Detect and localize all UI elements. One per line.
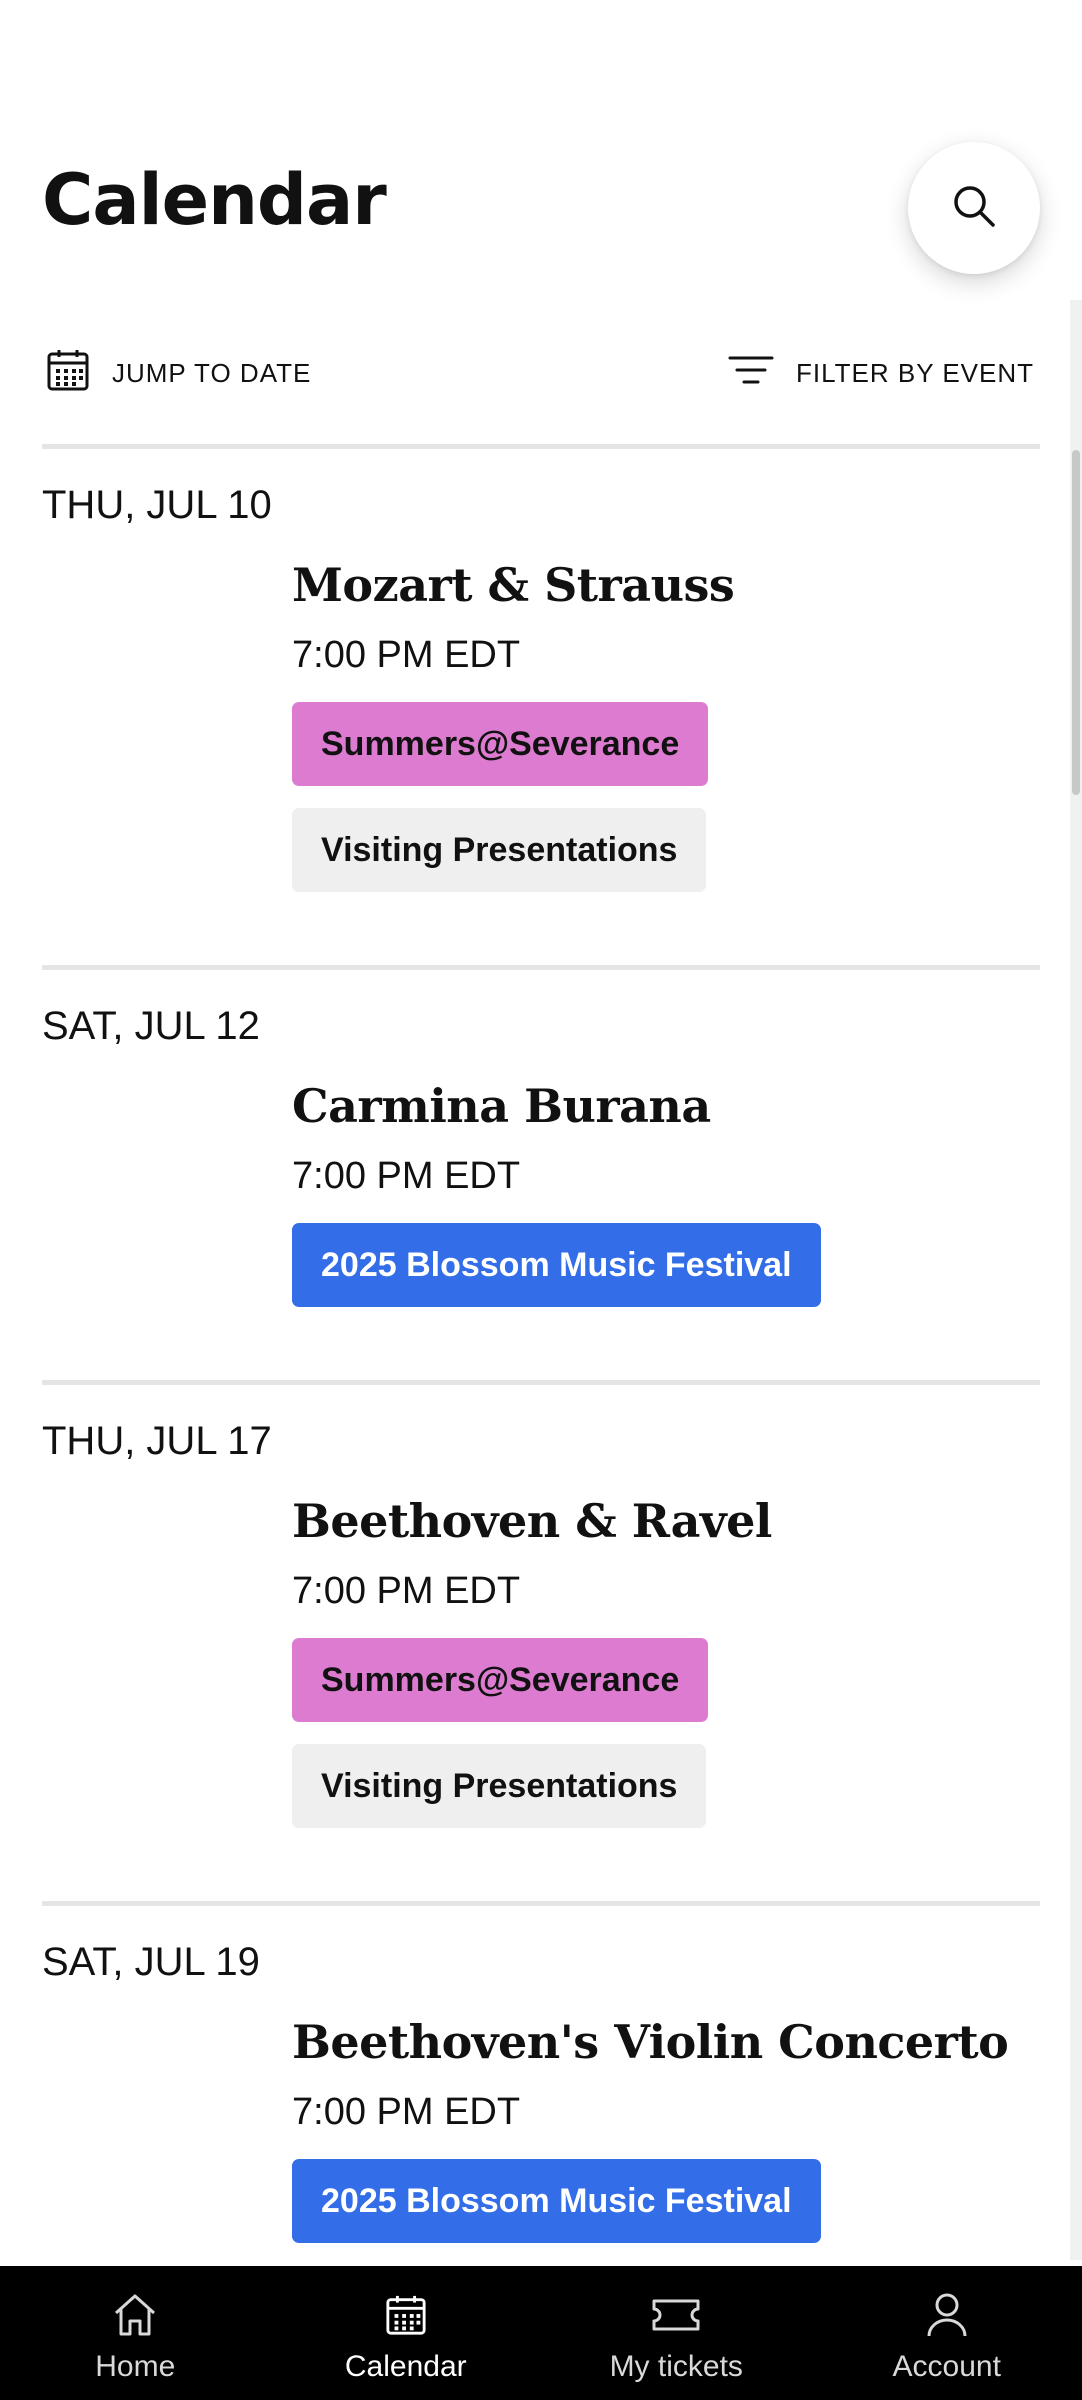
- date-label: SAT, JUL 12: [42, 1004, 260, 1048]
- series-tag[interactable]: 2025 Blossom Music Festival: [292, 2159, 821, 2243]
- account-icon: [926, 2292, 968, 2338]
- nav-account[interactable]: Account: [812, 2266, 1082, 2400]
- event-time: 7:00 PM EDT: [292, 2091, 521, 2133]
- series-tag[interactable]: Summers@Severance: [292, 1638, 709, 1722]
- series-tag[interactable]: Summers@Severance: [292, 702, 709, 786]
- date-label: SAT, JUL 19: [42, 1940, 260, 1984]
- event-list: THU, JUL 10 Mozart & Strauss 7:00 PM EDT…: [42, 444, 1040, 2316]
- day-section: SAT, JUL 19 Beethoven's Violin Concerto …: [42, 1901, 1040, 2316]
- page-title: Calendar: [42, 159, 387, 241]
- date-label: THU, JUL 17: [42, 1419, 272, 1463]
- series-tag[interactable]: Visiting Presentations: [292, 1744, 707, 1828]
- nav-my-tickets[interactable]: My tickets: [541, 2266, 812, 2400]
- nav-home-label: Home: [95, 2350, 176, 2383]
- filter-by-event-button[interactable]: FILTER BY EVENT: [728, 350, 1034, 396]
- home-icon: [112, 2292, 158, 2338]
- jump-to-date-button[interactable]: JUMP TO DATE: [46, 348, 312, 399]
- day-section: SAT, JUL 12 Carmina Burana 7:00 PM EDT 2…: [42, 965, 1040, 1380]
- nav-home[interactable]: Home: [0, 2266, 271, 2400]
- bottom-nav: Home Calendar My tickets Account: [0, 2266, 1082, 2400]
- date-label: THU, JUL 10: [42, 483, 272, 527]
- event-time: 7:00 PM EDT: [292, 1155, 521, 1197]
- nav-account-label: Account: [892, 2350, 1001, 2383]
- day-section: THU, JUL 17 Beethoven & Ravel 7:00 PM ED…: [42, 1380, 1040, 1901]
- series-tag[interactable]: Visiting Presentations: [292, 808, 707, 892]
- event-time: 7:00 PM EDT: [292, 1570, 521, 1612]
- event-title[interactable]: Mozart & Strauss: [292, 562, 1040, 608]
- search-icon: [951, 183, 997, 234]
- search-button[interactable]: [908, 142, 1040, 274]
- scrollbar-thumb[interactable]: [1072, 450, 1080, 795]
- ticket-icon: [651, 2292, 701, 2338]
- filter-by-event-label: FILTER BY EVENT: [796, 357, 1034, 388]
- event-title[interactable]: Beethoven & Ravel: [292, 1498, 1040, 1544]
- filter-icon: [728, 355, 774, 392]
- nav-calendar[interactable]: Calendar: [271, 2266, 542, 2400]
- event-time: 7:00 PM EDT: [292, 634, 521, 676]
- calendar-icon: [385, 2292, 427, 2338]
- jump-to-date-label: JUMP TO DATE: [112, 357, 312, 388]
- event-title[interactable]: Carmina Burana: [292, 1083, 1040, 1129]
- day-section: THU, JUL 10 Mozart & Strauss 7:00 PM EDT…: [42, 444, 1040, 965]
- nav-calendar-label: Calendar: [344, 2350, 467, 2383]
- calendar-icon: [46, 348, 90, 399]
- series-tag[interactable]: 2025 Blossom Music Festival: [292, 1223, 821, 1307]
- event-title[interactable]: Beethoven's Violin Concerto: [292, 2019, 1040, 2065]
- nav-my-tickets-label: My tickets: [609, 2350, 743, 2383]
